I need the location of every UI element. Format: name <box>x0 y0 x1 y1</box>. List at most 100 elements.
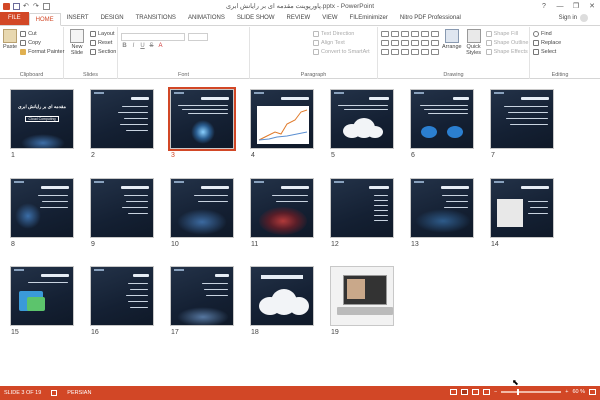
minimize-button[interactable]: — <box>552 0 568 12</box>
underline-icon[interactable]: U <box>139 43 146 49</box>
slide-thumbnail[interactable]: 19 <box>330 266 402 336</box>
slide-thumbnail[interactable]: 4 <box>250 89 322 159</box>
bold-icon[interactable]: B <box>121 43 128 49</box>
slide-8-preview[interactable] <box>10 178 74 238</box>
tab-home[interactable]: HOME <box>28 13 61 26</box>
slide-thumbnail[interactable]: 12 <box>330 178 402 248</box>
paste-button[interactable]: Paste <box>3 29 17 56</box>
slide-2-preview[interactable] <box>90 89 154 149</box>
help-button[interactable]: ? <box>536 0 552 12</box>
slide-11-preview[interactable] <box>250 178 314 238</box>
spelling-icon[interactable] <box>51 390 58 396</box>
chart-image <box>257 106 309 144</box>
slide-15-preview[interactable] <box>10 266 74 326</box>
slide-1-preview[interactable]: مقدمه ای بر رایانش ابری Cloud Computing <box>10 89 74 149</box>
slideshow-view-icon[interactable] <box>483 389 491 395</box>
tab-transitions[interactable]: TRANSITIONS <box>130 12 182 25</box>
font-color-icon[interactable]: A <box>157 43 164 49</box>
slide-thumbnail[interactable]: 18 <box>250 266 322 336</box>
language-status[interactable]: PERSIAN <box>67 390 91 396</box>
normal-view-icon[interactable] <box>450 389 458 395</box>
shape-effects-button[interactable]: Shape Effects <box>485 47 529 56</box>
slide-9-preview[interactable] <box>90 178 154 238</box>
shapes-gallery[interactable] <box>381 31 439 56</box>
slide-6-preview[interactable] <box>410 89 474 149</box>
shape-fill-button[interactable]: Shape Fill <box>485 29 529 38</box>
slide-thumbnail[interactable]: 5 <box>330 89 402 159</box>
zoom-slider[interactable] <box>501 389 562 395</box>
slide-thumbnail[interactable]: 16 <box>90 266 162 336</box>
slide-16-preview[interactable] <box>90 266 154 326</box>
sign-in[interactable]: Sign in <box>559 14 588 22</box>
slide-number: 10 <box>171 241 179 248</box>
slide-thumbnail[interactable]: 7 <box>490 89 562 159</box>
slide-18-preview[interactable] <box>250 266 314 326</box>
slide-17-preview[interactable] <box>170 266 234 326</box>
select-button[interactable]: Select <box>533 47 587 56</box>
maximize-button[interactable]: ❐ <box>568 0 584 12</box>
text-direction-button[interactable]: Text Direction <box>313 29 374 38</box>
slide-sorter-view-icon[interactable] <box>461 389 469 395</box>
format-painter-button[interactable]: Format Painter <box>20 47 64 56</box>
slide-14-preview[interactable] <box>490 178 554 238</box>
select-icon <box>533 48 539 55</box>
slide-thumbnail[interactable]: 2 <box>90 89 162 159</box>
close-button[interactable]: ✕ <box>584 0 600 12</box>
italic-icon[interactable]: I <box>130 43 137 49</box>
quick-styles-icon <box>466 29 481 43</box>
slide-13-preview[interactable] <box>410 178 474 238</box>
tab-nitro-pdf[interactable]: Nitro PDF Professional <box>394 12 467 25</box>
new-slide-button[interactable]: New Slide <box>67 29 87 56</box>
font-name-dropdown[interactable] <box>121 33 185 41</box>
slide-thumbnail[interactable]: 8 <box>10 178 82 248</box>
zoom-level[interactable]: 60 % <box>572 389 585 395</box>
copy-button[interactable]: Copy <box>20 38 64 47</box>
slide-5-preview[interactable] <box>330 89 394 149</box>
slide-19-preview[interactable] <box>330 266 394 326</box>
slide-4-preview[interactable] <box>250 89 314 149</box>
tab-view[interactable]: VIEW <box>316 12 343 25</box>
slide-thumbnail[interactable]: 10 <box>170 178 242 248</box>
tab-insert[interactable]: INSERT <box>61 12 95 25</box>
zoom-slider-thumb[interactable] <box>517 389 520 395</box>
slide-7-preview[interactable] <box>490 89 554 149</box>
shape-outline-button[interactable]: Shape Outline <box>485 38 528 47</box>
slide-thumbnail[interactable]: 13 <box>410 178 482 248</box>
new-slide-label: New Slide <box>70 44 84 56</box>
slide-12-preview[interactable] <box>330 178 394 238</box>
zoom-out-icon[interactable]: − <box>494 389 497 395</box>
fit-to-window-icon[interactable] <box>589 389 596 395</box>
convert-smartart-button[interactable]: Convert to SmartArt <box>313 47 374 56</box>
strikethrough-icon[interactable]: S <box>148 43 155 49</box>
find-button[interactable]: Find <box>533 29 587 38</box>
arrange-button[interactable]: Arrange <box>442 29 462 56</box>
tab-animations[interactable]: ANIMATIONS <box>182 12 231 25</box>
zoom-in-icon[interactable]: + <box>565 389 568 395</box>
align-text-button[interactable]: Align Text <box>313 38 374 47</box>
reading-view-icon[interactable] <box>472 389 480 395</box>
tab-design[interactable]: DESIGN <box>95 12 130 25</box>
tab-review[interactable]: REVIEW <box>281 12 317 25</box>
slide-thumbnail[interactable]: مقدمه ای بر رایانش ابری Cloud Computing … <box>10 89 82 159</box>
slide-thumbnail[interactable]: 17 <box>170 266 242 336</box>
slide-thumbnail[interactable]: 6 <box>410 89 482 159</box>
slide-number: 13 <box>411 241 419 248</box>
slide-thumbnail[interactable]: 15 <box>10 266 82 336</box>
slide-10-preview[interactable] <box>170 178 234 238</box>
layout-button[interactable]: Layout <box>90 29 116 38</box>
cut-button[interactable]: Cut <box>20 29 64 38</box>
reset-button[interactable]: Reset <box>90 38 116 47</box>
tab-slide-show[interactable]: SLIDE SHOW <box>231 12 281 25</box>
quick-styles-button[interactable]: Quick Styles <box>465 29 483 56</box>
replace-button[interactable]: Replace <box>533 38 587 47</box>
slide-thumbnail[interactable]: 9 <box>90 178 162 248</box>
font-size-dropdown[interactable] <box>188 33 208 41</box>
slide-thumbnail[interactable]: 14 <box>490 178 562 248</box>
glow-graphic <box>21 134 65 148</box>
tab-file[interactable]: FILE <box>0 12 29 25</box>
slide-3-preview[interactable] <box>168 87 236 151</box>
section-button[interactable]: Section <box>90 47 116 56</box>
slide-thumbnail[interactable]: 11 <box>250 178 322 248</box>
slide-thumbnail[interactable]: 3 <box>168 87 242 159</box>
tab-fileminimizer[interactable]: FILEminimizer <box>344 12 394 25</box>
